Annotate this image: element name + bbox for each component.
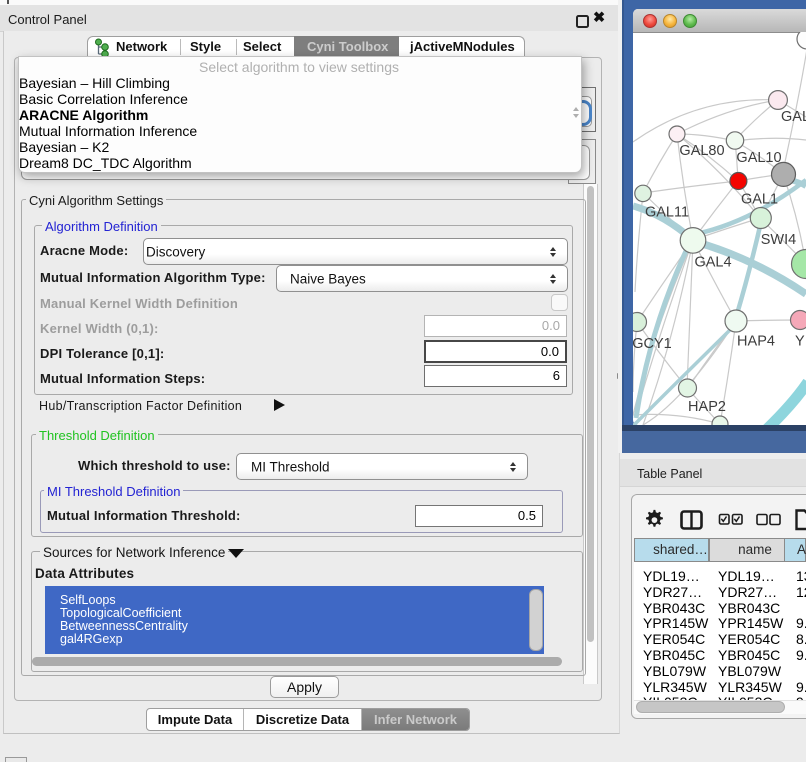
svg-text:GAL11: GAL11 [645,205,689,221]
svg-text:HAP4: HAP4 [737,334,775,350]
svg-text:GAL10: GAL10 [736,150,781,166]
svg-text:HAP2: HAP2 [688,399,726,415]
svg-text:SWI4: SWI4 [761,232,796,248]
svg-text:GAL80: GAL80 [679,143,724,159]
svg-text:GAL2: GAL2 [781,109,806,125]
svg-text:GAL1: GAL1 [741,192,778,208]
svg-text:GCY1: GCY1 [633,336,672,352]
svg-text:GAL4: GAL4 [694,255,731,271]
svg-text:Y: Y [795,334,805,350]
